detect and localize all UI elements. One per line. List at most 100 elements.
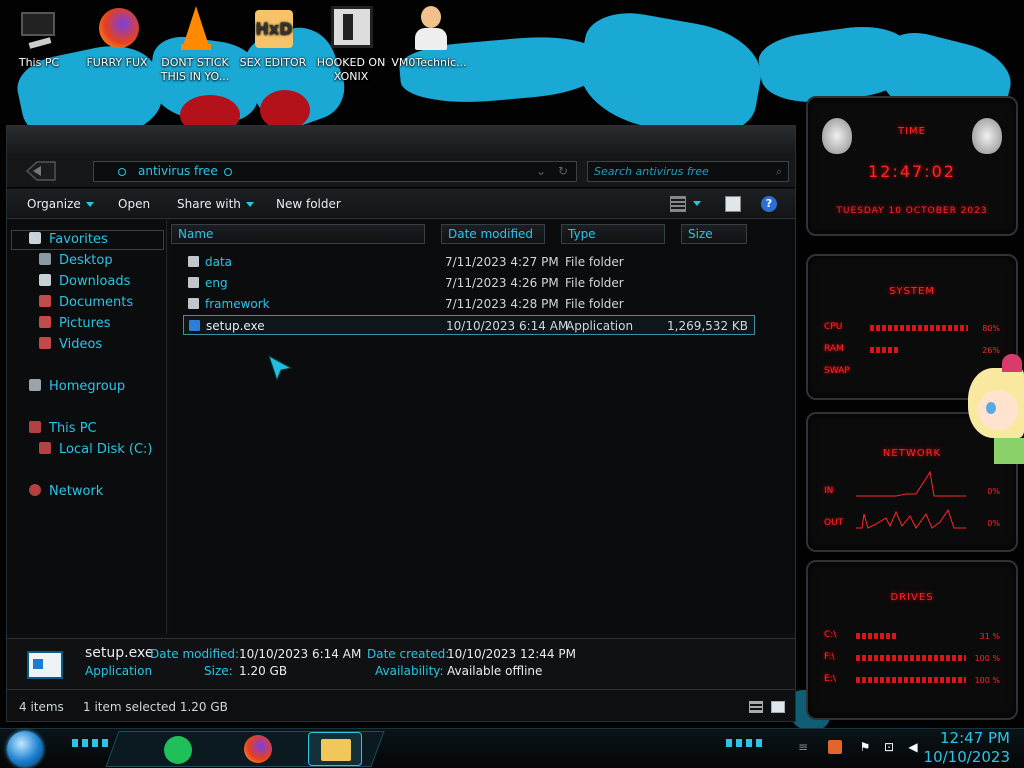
nav-this-pc[interactable]: This PC	[29, 419, 97, 439]
window-title-bar[interactable]	[7, 126, 795, 154]
drive-c-value: 31 %	[979, 632, 1000, 641]
large-icons-view-icon[interactable]	[771, 701, 785, 713]
nav-desktop-label: Desktop	[59, 253, 113, 268]
desktop-icon-this-pc[interactable]: This PC	[0, 4, 78, 70]
drives-gadget: DRIVES C:\ 31 % F:\ 100 % E:\ 100 %	[806, 560, 1018, 720]
file-name: eng	[205, 276, 228, 290]
desktop-icon-dont-stick[interactable]: DONT STICK THIS IN YO...	[156, 4, 234, 84]
file-date: 7/11/2023 4:28 PM	[445, 297, 559, 311]
desktop-icon-label: HOOKED ON XONIX	[316, 56, 386, 83]
view-options-icon[interactable]	[670, 196, 686, 212]
folder-icon	[188, 256, 199, 267]
network-in-graph	[856, 470, 966, 497]
file-row-eng[interactable]: eng 7/11/2023 4:26 PM File folder	[183, 273, 755, 293]
column-header-type-label: Type	[568, 227, 596, 241]
game-icon	[327, 4, 375, 52]
search-input[interactable]: Search antivirus free ⌕	[587, 161, 789, 182]
file-row-data[interactable]: data 7/11/2023 4:27 PM File folder	[183, 252, 755, 272]
desktop-icon-hooked-on-xonix[interactable]: HOOKED ON XONIX	[312, 4, 390, 84]
help-icon[interactable]: ?	[761, 196, 777, 212]
desktop-icon-vm0technic[interactable]: VM0Technic...	[390, 4, 468, 70]
drive-c-bar	[856, 633, 896, 639]
taskbar-date: 10/10/2023	[923, 748, 1010, 766]
details-date-created-label: Date created:	[367, 647, 450, 661]
nav-pictures-label: Pictures	[59, 316, 111, 331]
network-status-icon[interactable]: ⊡	[882, 740, 896, 754]
taskbar-notes-app[interactable]	[160, 732, 196, 766]
details-size-label: Size:	[204, 664, 233, 678]
taskbar-clock[interactable]: 12:47 PM 10/10/2023	[920, 729, 1010, 767]
breadcrumb-separator-icon	[118, 168, 126, 176]
details-availability: Available offline	[447, 664, 543, 678]
nav-this-pc-label: This PC	[49, 421, 97, 436]
view-dropdown-icon[interactable]	[693, 196, 709, 212]
taskbar-decoration	[726, 739, 766, 747]
taskbar: ≡ ⚑ ⊡ ◀ 12:47 PM 10/10/2023	[0, 728, 1024, 768]
address-path[interactable]: antivirus free	[138, 164, 218, 178]
open-button[interactable]: Open	[118, 189, 150, 219]
back-arrow-icon	[25, 161, 56, 181]
taskbar-explorer[interactable]	[308, 732, 362, 766]
start-button[interactable]	[7, 731, 43, 767]
navigation-pane: Favorites Desktop Downloads Documents Pi…	[7, 220, 167, 634]
status-item-count: 4 items	[19, 700, 64, 714]
address-bar[interactable]: antivirus free ⌄ ↻	[93, 161, 577, 182]
taskbar-firefox[interactable]	[240, 732, 276, 766]
nav-favorites[interactable]: Favorites	[29, 230, 108, 250]
doctor-icon	[405, 4, 453, 52]
refresh-icon[interactable]: ↻	[558, 162, 568, 181]
share-with-button[interactable]: Share with	[177, 189, 254, 219]
vlc-icon	[171, 4, 219, 52]
drive-e-label: E:\	[824, 674, 836, 684]
column-header-type[interactable]: Type	[561, 224, 665, 244]
organize-label: Organize	[27, 197, 81, 211]
desktop-icon-sex-editor[interactable]: HxD SEX EDITOR	[234, 4, 312, 70]
file-type: Application	[566, 319, 634, 333]
drive-c-label: C:\	[824, 630, 837, 640]
nav-network-label: Network	[49, 484, 104, 499]
nav-homegroup[interactable]: Homegroup	[29, 377, 125, 397]
nav-documents[interactable]: Documents	[39, 293, 133, 313]
nav-downloads[interactable]: Downloads	[39, 272, 130, 292]
ram-bar	[870, 347, 900, 353]
volume-icon[interactable]: ◀	[906, 740, 920, 754]
nav-network[interactable]: Network	[29, 482, 103, 502]
nav-videos[interactable]: Videos	[39, 335, 102, 355]
file-row-setup-exe[interactable]: setup.exe 10/10/2023 6:14 AM Application…	[183, 315, 755, 335]
back-button[interactable]	[23, 158, 59, 184]
keyboard-icon[interactable]: ≡	[796, 740, 810, 754]
file-date: 7/11/2023 4:27 PM	[445, 255, 559, 269]
column-header-name-label: Name	[178, 227, 214, 241]
nav-desktop[interactable]: Desktop	[39, 251, 113, 271]
tray-app-icon[interactable]	[828, 740, 842, 754]
desktop-folder-icon	[39, 253, 51, 265]
drive-f-bar	[856, 655, 966, 661]
column-header-date-modified[interactable]: Date modified	[441, 224, 545, 244]
new-folder-button[interactable]: New folder	[276, 189, 341, 219]
desktop-icon-label: This PC	[18, 56, 60, 69]
address-dropdown-icon[interactable]: ⌄	[536, 162, 546, 181]
pictures-folder-icon	[39, 316, 51, 328]
desktop-icon-furry-fux[interactable]: FURRY FUX	[78, 4, 156, 70]
nav-pictures[interactable]: Pictures	[39, 314, 110, 334]
file-row-framework[interactable]: framework 7/11/2023 4:28 PM File folder	[183, 294, 755, 314]
network-out-graph	[856, 508, 966, 529]
explorer-window: antivirus free ⌄ ↻ Search antivirus free…	[6, 125, 796, 722]
file-type: File folder	[565, 276, 624, 290]
flag-icon[interactable]: ⚑	[858, 740, 872, 754]
status-selection: 1 item selected 1.20 GB	[83, 700, 228, 714]
column-header-size[interactable]: Size	[681, 224, 747, 244]
nav-local-disk[interactable]: Local Disk (C:)	[39, 440, 152, 460]
search-icon[interactable]: ⌕	[776, 162, 782, 181]
new-folder-label: New folder	[276, 197, 341, 211]
drive-f-value: 100 %	[974, 654, 1000, 663]
organize-button[interactable]: Organize	[27, 189, 94, 219]
videos-folder-icon	[39, 337, 51, 349]
swap-label: SWAP	[824, 366, 850, 376]
details-view-icon[interactable]	[749, 701, 763, 713]
preview-pane-icon[interactable]	[725, 196, 741, 212]
file-size: 1,269,532 KB	[667, 319, 748, 333]
desktop-icon-label: DONT STICK THIS IN YO...	[160, 56, 230, 83]
network-in-label: IN	[824, 486, 834, 496]
column-header-name[interactable]: Name	[171, 224, 425, 244]
